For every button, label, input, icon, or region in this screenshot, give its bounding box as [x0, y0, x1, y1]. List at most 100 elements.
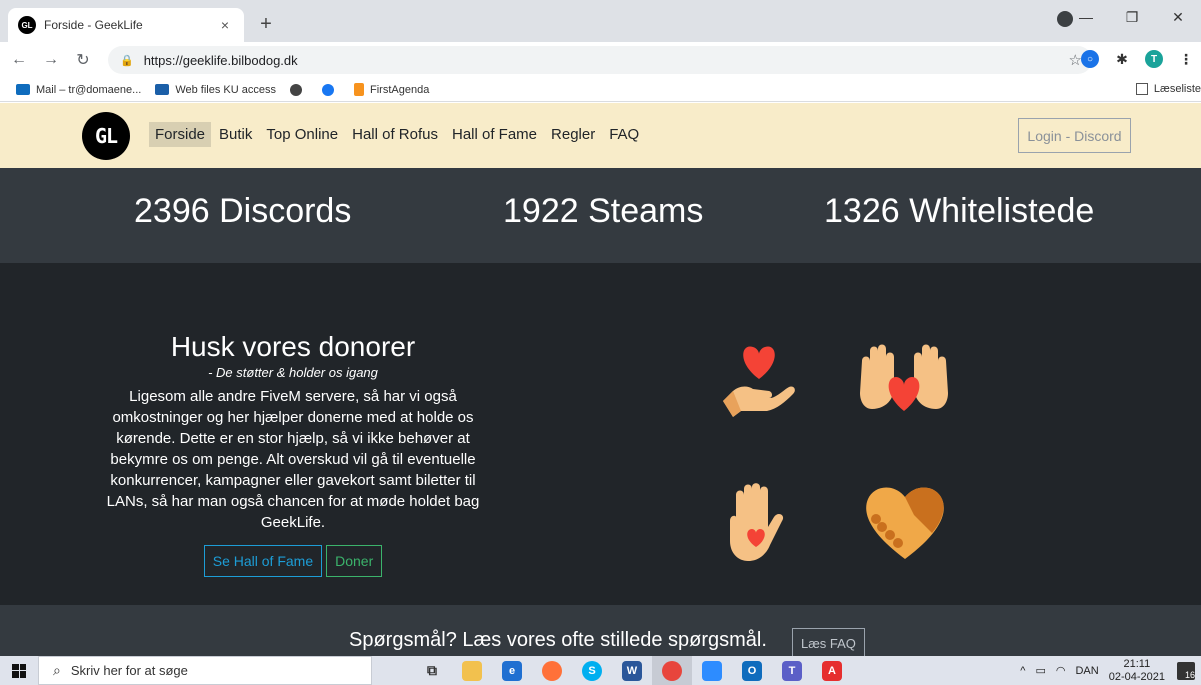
webfiles-icon [155, 84, 170, 95]
search-icon: ⌕ [53, 662, 61, 678]
notification-icon[interactable]: 16 [1177, 661, 1195, 680]
taskbar-edge[interactable]: e [492, 656, 532, 685]
reading-list-icon [1135, 83, 1148, 95]
teams-icon: T [782, 660, 802, 681]
bookmark-label: Web files KU access [175, 83, 276, 96]
bookmark-label: Mail – tr@domaene... [36, 83, 142, 96]
taskbar-explorer[interactable] [452, 656, 492, 685]
system-tray: ^ ▭ ◠ DAN 21:11 02-04-2021 16 [1020, 656, 1201, 685]
task-view-icon: ⧉ [427, 662, 437, 678]
battery-icon[interactable]: ▭ [1035, 664, 1045, 677]
hands-with-heart-icon [860, 344, 948, 411]
clock-time: 21:11 [1123, 657, 1151, 670]
stat-discords: 2396 Discords [134, 192, 352, 230]
lock-icon: 🔒 [120, 54, 134, 67]
task-view-button[interactable]: ⧉ [412, 656, 452, 685]
language-indicator[interactable]: DAN [1075, 665, 1098, 677]
nav-hall-of-rofus[interactable]: Hall of Rofus [346, 122, 444, 147]
windows-icon [12, 663, 26, 678]
clock[interactable]: 21:11 02-04-2021 [1109, 658, 1165, 684]
bookmarks-bar: Mail – tr@domaene... Web files KU access… [0, 78, 1201, 102]
acrobat-icon: A [822, 660, 842, 681]
bookmark-globe[interactable] [290, 83, 308, 96]
minimize-icon[interactable]: — [1063, 9, 1109, 25]
chrome-icon [662, 660, 682, 681]
browser-tab[interactable]: GL Forside - GeekLife × [8, 8, 244, 42]
stat-steams: 1922 Steams [503, 192, 704, 230]
file-explorer-icon [462, 660, 482, 681]
bookmark-star-icon[interactable]: ☆ [1069, 51, 1082, 69]
outlook-icon: O [742, 660, 762, 681]
globe-icon [290, 83, 302, 96]
read-faq-button[interactable]: Læs FAQ [792, 628, 865, 656]
taskbar-zoom[interactable] [692, 656, 732, 685]
nav-hall-of-fame[interactable]: Hall of Fame [446, 122, 543, 147]
nav-home[interactable]: Forside [149, 122, 212, 147]
profile-avatar[interactable]: T [1145, 50, 1163, 68]
nav-faq[interactable]: FAQ [603, 122, 645, 147]
window-controls: — ❐ ✕ [1063, 0, 1201, 34]
nav-shop[interactable]: Butik [213, 122, 258, 147]
bookmark-mail[interactable]: Mail – tr@domaene... [16, 84, 141, 96]
donors-buttons: Se Hall of Fame Doner [100, 545, 486, 577]
windows-taskbar: ⌕ Skriv her for at søge ⧉ e S W O T A ^ … [0, 656, 1201, 685]
forward-arrow-icon[interactable]: → [38, 51, 64, 69]
donors-text: Husk vores donorer - De støtter & holder… [100, 331, 486, 577]
taskbar-teams[interactable]: T [772, 656, 812, 685]
geeklife-logo[interactable]: GL [82, 112, 130, 160]
bookmark-webfiles[interactable]: Web files KU access [155, 84, 276, 96]
donors-title: Husk vores donorer [170, 331, 416, 362]
site-navbar: GL Forside Butik Top Online Hall of Rofu… [0, 103, 1201, 168]
back-arrow-icon[interactable]: ← [6, 51, 32, 69]
taskbar-word[interactable]: W [612, 656, 652, 685]
taskbar-skype[interactable]: S [572, 656, 612, 685]
clock-date: 02-04-2021 [1108, 670, 1165, 683]
close-window-icon[interactable]: ✕ [1155, 9, 1201, 26]
bookmark-firstagenda[interactable]: FirstAgenda [354, 83, 429, 96]
address-bar[interactable]: 🔒 https://geeklife.bilbodog.dk ☆ [108, 46, 1092, 74]
facebook-icon [322, 83, 334, 96]
bookmark-facebook[interactable] [322, 83, 340, 96]
address-url: https://geeklife.bilbodog.dk [143, 52, 298, 68]
zoom-icon [702, 660, 722, 681]
donate-button[interactable]: Doner [326, 545, 383, 577]
reload-icon[interactable]: ↻ [70, 50, 96, 70]
new-tab-button[interactable]: + [253, 12, 279, 38]
extension-icon[interactable]: ○ [1081, 50, 1099, 68]
kebab-menu-icon[interactable]: ⋮ [1177, 50, 1195, 68]
stat-whitelisted: 1326 Whitelistede [824, 192, 1095, 230]
taskbar-firefox[interactable] [532, 656, 572, 685]
taskbar-chrome[interactable] [652, 656, 692, 685]
start-button[interactable] [0, 656, 38, 685]
extension-icons: ○ ✱ T ⋮ [1081, 50, 1201, 68]
login-discord-button[interactable]: Login - Discord [1018, 118, 1131, 153]
taskbar-apps: ⧉ e S W O T A [412, 656, 852, 685]
taskbar-outlook[interactable]: O [732, 656, 772, 685]
faq-band-text: Spørgsmål? Læs vores ofte stillede spørg… [349, 629, 767, 651]
bookmark-label: FirstAgenda [370, 83, 430, 96]
donors-body: Ligesom alle andre FiveM servere, så har… [106, 388, 480, 531]
reading-list[interactable]: Læseliste [1135, 83, 1201, 95]
chevron-up-icon[interactable]: ^ [1020, 665, 1025, 677]
hall-of-fame-button[interactable]: Se Hall of Fame [203, 545, 323, 577]
taskbar-acrobat[interactable]: A [812, 656, 852, 685]
site-favicon-icon: GL [18, 16, 36, 34]
skype-icon: S [582, 660, 602, 681]
nav-rules[interactable]: Regler [545, 122, 601, 147]
firstagenda-icon [354, 83, 364, 96]
edge-icon: e [502, 660, 522, 681]
restore-icon[interactable]: ❐ [1109, 9, 1155, 26]
wifi-icon[interactable]: ◠ [1056, 664, 1066, 677]
browser-tabstrip: GL Forside - GeekLife × + — ❐ ✕ [0, 0, 1201, 42]
tab-close-icon[interactable]: × [216, 17, 234, 33]
hand-holding-heart-icon [723, 346, 795, 417]
handshake-heart-icon [866, 487, 944, 559]
firefox-icon [542, 660, 562, 681]
puzzle-icon[interactable]: ✱ [1113, 50, 1131, 68]
taskbar-search[interactable]: ⌕ Skriv her for at søge [38, 656, 372, 685]
raised-hand-heart-icon [730, 483, 784, 561]
nav-top-online[interactable]: Top Online [260, 122, 344, 147]
nav-links: Forside Butik Top Online Hall of Rofus H… [149, 122, 647, 147]
donors-section: Husk vores donorer - De støtter & holder… [0, 263, 1201, 605]
donors-subtitle: - De støtter & holder os igang [208, 365, 378, 380]
